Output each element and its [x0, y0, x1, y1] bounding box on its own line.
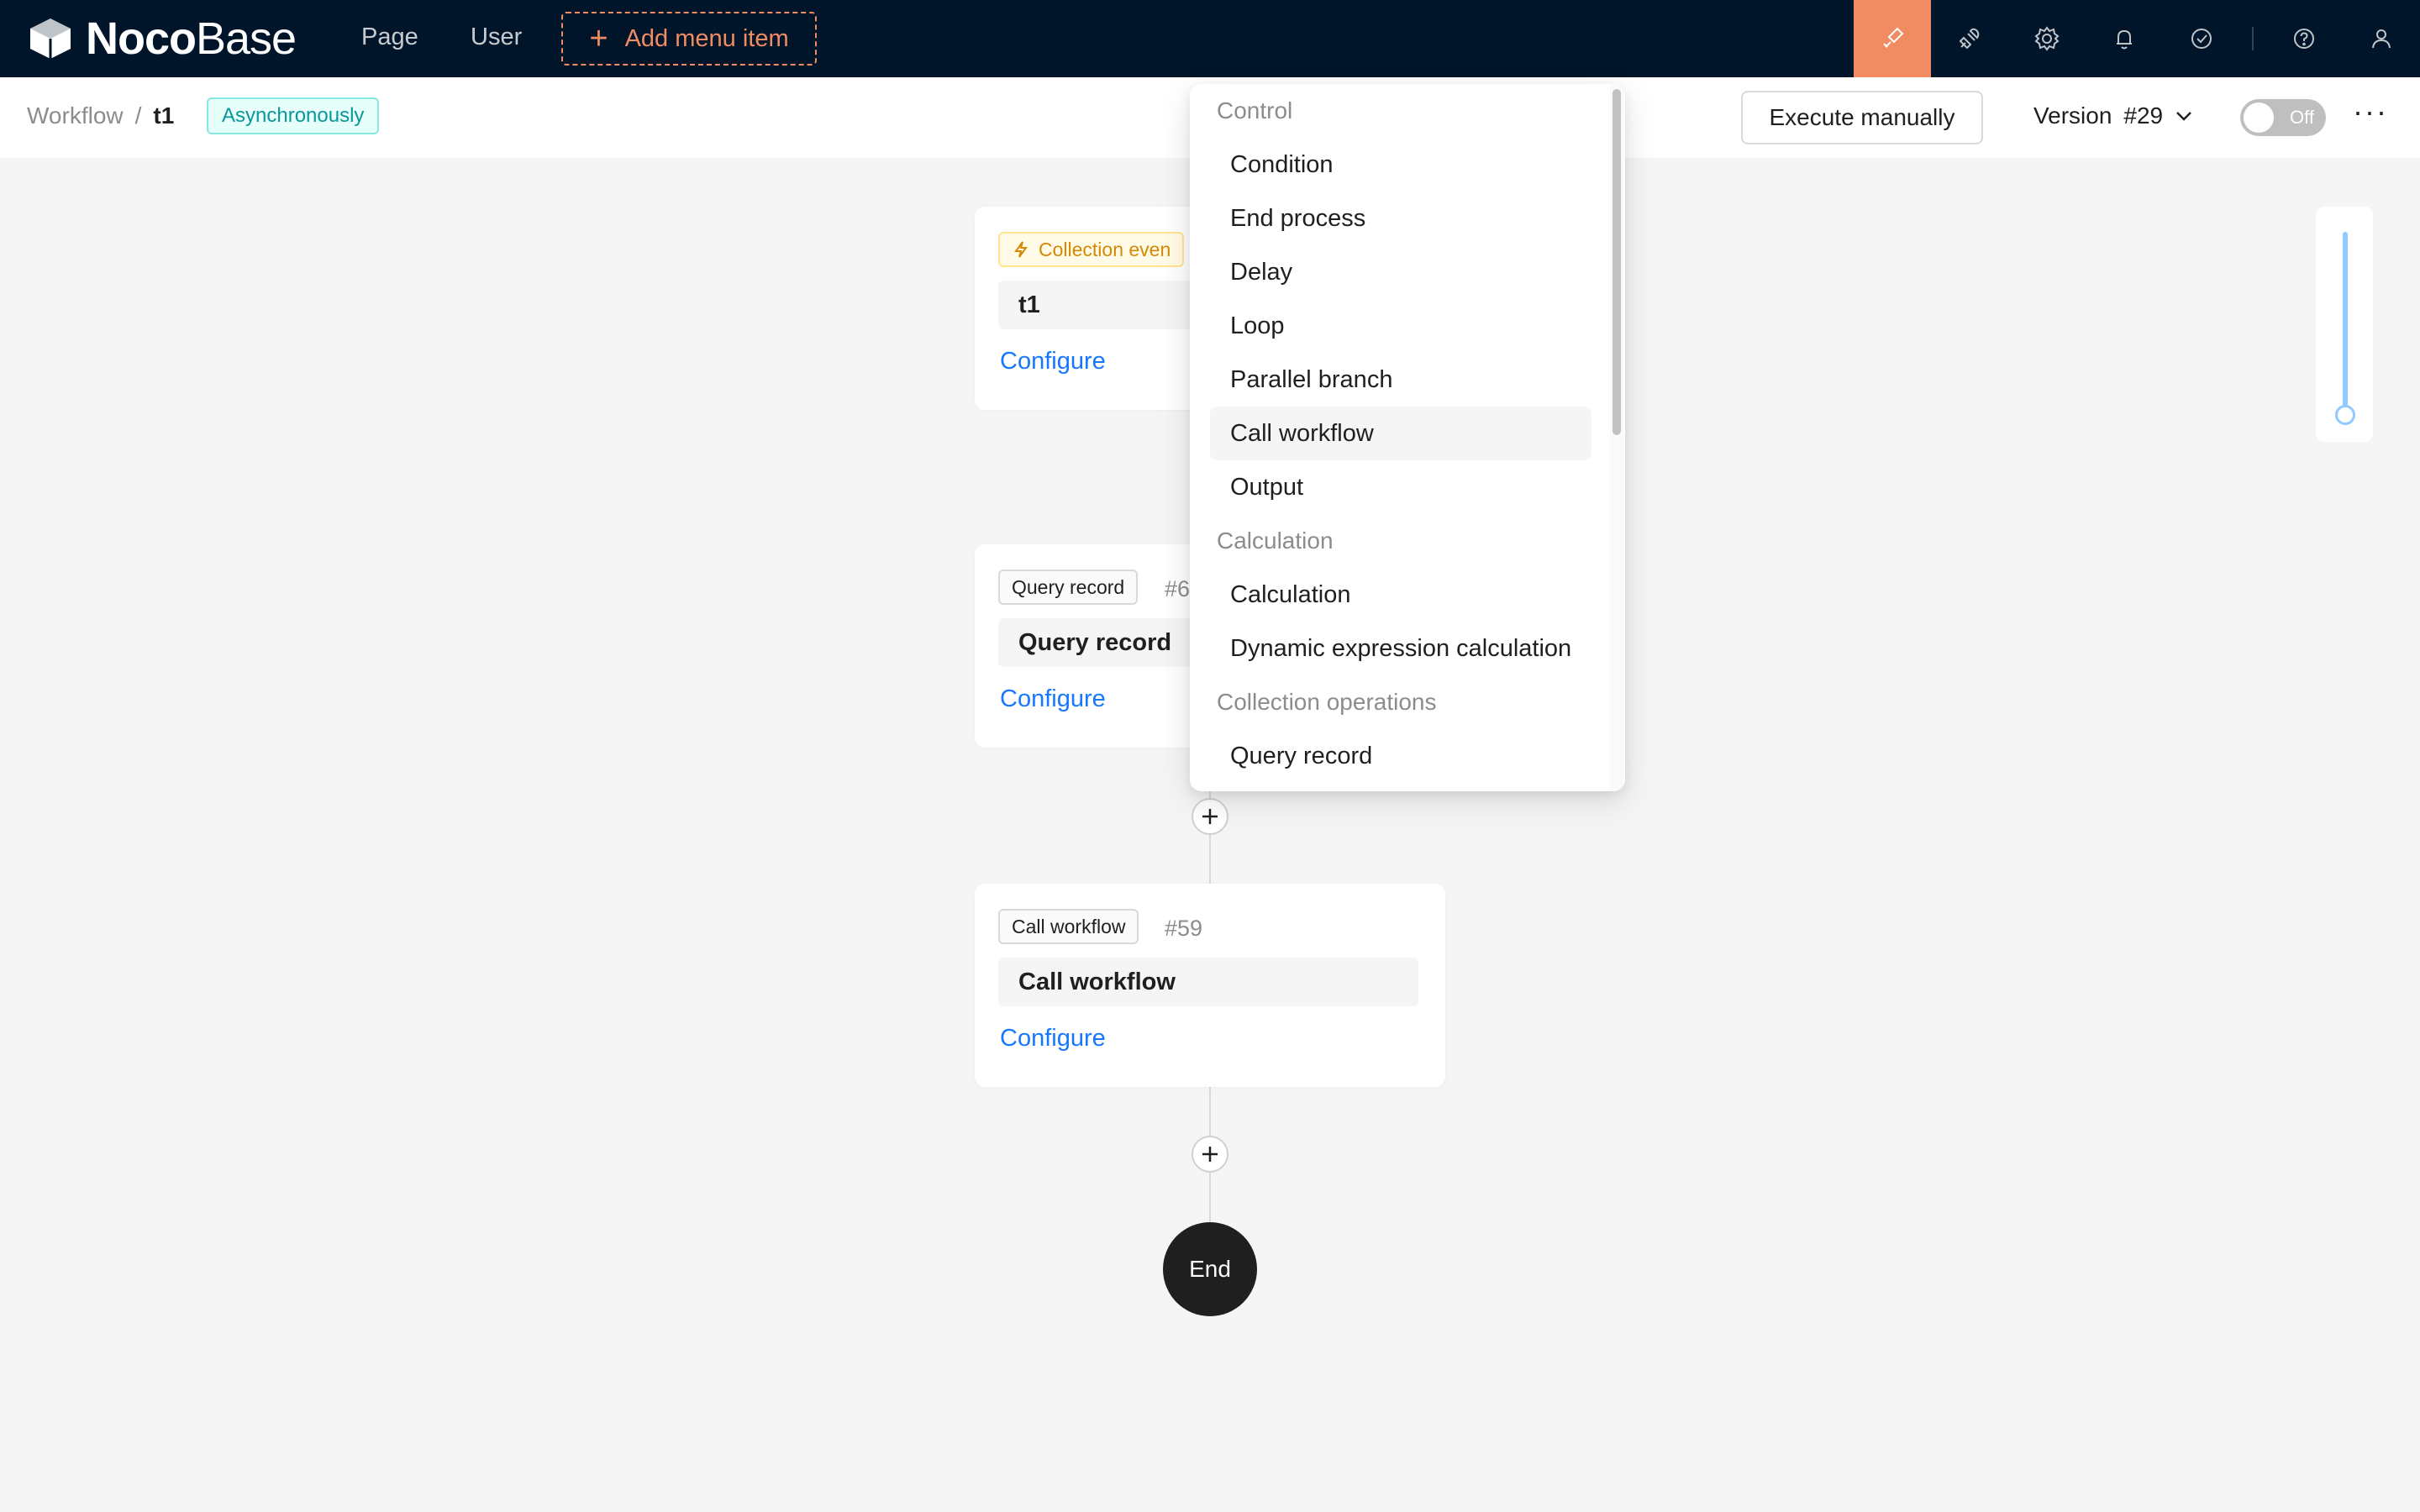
check-circle-icon[interactable] [2163, 0, 2240, 77]
version-label: Version [2033, 102, 2112, 129]
nocobase-logo[interactable]: NocoBase [25, 13, 297, 64]
more-actions-button[interactable]: ··· [2353, 94, 2388, 129]
menu-item-query-record[interactable]: Query record [1210, 729, 1591, 783]
menu-item-dynamic-expression-calculation[interactable]: Dynamic expression calculation [1210, 622, 1591, 675]
node-title[interactable]: Call workflow [998, 958, 1418, 1006]
version-value: #29 [2123, 102, 2164, 129]
user-icon[interactable] [2343, 0, 2420, 77]
call-workflow-node-card[interactable]: Call workflow #59 Call workflow Configur… [975, 884, 1445, 1087]
logo-cube-icon [30, 18, 71, 59]
menu-item-loop[interactable]: Loop [1210, 299, 1591, 353]
add-menu-item-label: Add menu item [624, 24, 789, 52]
menu-group-header: Calculation [1217, 528, 1334, 554]
plus-icon [1202, 1147, 1218, 1162]
toggle-label: Off [2290, 107, 2314, 128]
menu-item-calculation[interactable]: Calculation [1210, 568, 1591, 622]
menu-group-header: Control [1217, 97, 1293, 123]
gear-icon[interactable] [2008, 0, 2086, 77]
version-selector[interactable]: Version #29 [2033, 102, 2193, 129]
help-icon[interactable] [2265, 0, 2343, 77]
menu-item-condition[interactable]: Condition [1210, 138, 1591, 192]
breadcrumb-workflow-link[interactable]: Workflow [27, 102, 124, 129]
menu-scrollbar-thumb[interactable] [1612, 89, 1621, 435]
execution-mode-tag: Asynchronously [207, 97, 380, 134]
brush-icon[interactable] [1854, 0, 1931, 77]
zoom-slider-handle[interactable] [2335, 405, 2355, 425]
nav-item-user[interactable]: User [471, 24, 522, 51]
node-id: #6 [1165, 576, 1191, 601]
breadcrumb: Workflow / t1 [27, 102, 174, 129]
configure-link[interactable]: Configure [1000, 348, 1106, 375]
top-icon-bar [1854, 0, 2420, 77]
chevron-down-icon [2176, 112, 2192, 121]
menu-item-call-workflow[interactable]: Call workflow [1210, 407, 1591, 460]
configure-link[interactable]: Configure [1000, 685, 1106, 713]
toggle-knob [2244, 102, 2274, 133]
plugin-icon[interactable] [1931, 0, 2008, 77]
workflow-enable-toggle[interactable]: Off [2240, 99, 2326, 136]
trigger-type-tag: Collection even [998, 232, 1185, 267]
menu-item-end-process[interactable]: End process [1210, 192, 1591, 245]
menu-item-parallel-branch[interactable]: Parallel branch [1210, 353, 1591, 407]
menu-group-header: Collection operations [1217, 689, 1437, 715]
add-node-menu-list: Control Condition End process Delay Loop Para… [1190, 84, 1610, 783]
breadcrumb-separator: / [134, 102, 142, 129]
zoom-slider-track[interactable] [2343, 232, 2348, 415]
add-node-button[interactable] [1192, 798, 1228, 835]
plus-icon: + [589, 21, 608, 56]
menu-item-delay[interactable]: Delay [1210, 245, 1591, 299]
top-navigation-bar: NocoBase Page User + Add menu item [0, 0, 2420, 77]
topbar-divider [2252, 27, 2254, 50]
node-id: #59 [1165, 916, 1203, 941]
breadcrumb-current: t1 [153, 102, 175, 129]
end-node: End [1163, 1222, 1257, 1316]
menu-scrollbar[interactable] [1610, 84, 1623, 791]
zoom-slider-panel [2316, 207, 2373, 442]
trigger-type-label: Collection even [1039, 238, 1171, 260]
configure-link[interactable]: Configure [1000, 1025, 1106, 1053]
logo-light-text: Base [196, 13, 297, 64]
plus-icon [1202, 809, 1218, 824]
add-menu-item-button[interactable]: + Add menu item [561, 12, 817, 66]
execute-manually-button[interactable]: Execute manually [1741, 91, 1983, 144]
lightning-icon [1014, 241, 1028, 258]
bell-icon[interactable] [2086, 0, 2163, 77]
menu-item-output[interactable]: Output [1210, 460, 1591, 514]
add-node-button[interactable] [1192, 1136, 1228, 1173]
node-type-tag: Call workflow [998, 909, 1139, 944]
logo-bold-text: Noco [86, 13, 197, 64]
add-node-menu: Control Condition End process Delay Loop Para… [1190, 84, 1625, 791]
nav-item-page[interactable]: Page [361, 24, 418, 51]
node-type-tag: Query record [998, 570, 1139, 605]
